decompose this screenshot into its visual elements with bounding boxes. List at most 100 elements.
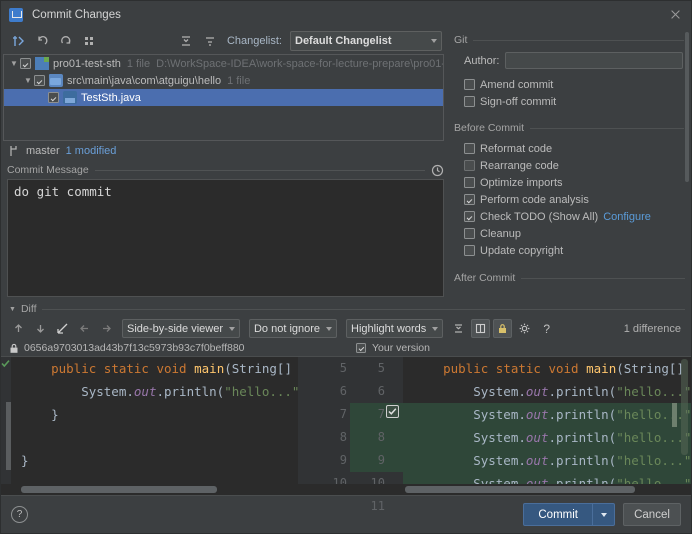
chevron-down-icon (431, 39, 437, 43)
arrow-right-icon[interactable] (97, 319, 116, 338)
code-line: public static void main(String[] ar (403, 357, 691, 380)
tree-row[interactable]: ▼ src\main\java\com\atguigu\hello 1 file (4, 72, 443, 89)
diff-version-bar: 0656a9703013ad43b7f13c5973b93c7f0beff880… (1, 340, 691, 356)
help-question-icon[interactable]: ? (537, 319, 556, 338)
option-label: Cleanup (480, 228, 521, 240)
commit-message-section: Commit Message do git commit (1, 161, 446, 301)
history-clock-icon[interactable] (431, 164, 444, 177)
cleanup-checkbox[interactable]: Cleanup (464, 225, 691, 242)
dialog-body: Changelist: Default Changelist ▼ pro01-te… (1, 28, 691, 533)
arrow-up-icon[interactable] (9, 319, 28, 338)
changes-toolbar: Changelist: Default Changelist (1, 28, 446, 54)
tree-row[interactable]: ▼pro01-test-sth1 fileD:\WorkSpace-IDEA\w… (4, 55, 443, 72)
tree-row-checkbox[interactable] (34, 75, 45, 86)
checkbox[interactable] (464, 194, 475, 205)
commit-button[interactable]: Commit (523, 503, 615, 526)
ignore-mode-select[interactable]: Do not ignore (249, 319, 337, 338)
right-version-label: Your version (372, 342, 430, 354)
chevron-down-icon[interactable]: ▼ (22, 76, 34, 85)
diff-toolbar: Side-by-side viewer Do not ignore Highli… (1, 317, 691, 340)
help-icon[interactable]: ? (11, 506, 28, 523)
reformat-code-checkbox[interactable]: Reformat code (464, 140, 691, 157)
modified-count[interactable]: 1 modified (66, 145, 117, 157)
checkbox[interactable] (464, 245, 475, 256)
viewer-mode-select[interactable]: Side-by-side viewer (122, 319, 240, 338)
code-line: public static void main(String[] (11, 357, 298, 380)
revert-icon[interactable] (31, 31, 53, 52)
author-input[interactable] (505, 52, 683, 69)
left-change-bar (6, 402, 11, 470)
options-scrollbar[interactable] (684, 32, 690, 272)
diff-viewer: public static void main(String[] System.… (1, 356, 691, 484)
sign-off-commit-checkbox[interactable]: Sign-off commit (464, 93, 691, 110)
dialog-footer: ? Commit Cancel (1, 495, 691, 533)
close-icon[interactable] (668, 7, 683, 22)
checkbox[interactable] (464, 228, 475, 239)
settings-gear-icon[interactable] (515, 319, 534, 338)
check-todo-checkbox[interactable]: Check TODO (Show All) Configure (464, 208, 691, 225)
readonly-lock-icon[interactable] (493, 319, 512, 338)
accept-change-checkbox[interactable] (386, 405, 399, 418)
code-line: System.out.println("hello..."); (403, 403, 691, 426)
lock-icon (9, 343, 19, 354)
diff-left-pane[interactable]: public static void main(String[] System.… (1, 357, 298, 484)
chevron-down-icon[interactable]: ▼ (8, 59, 20, 68)
cancel-button[interactable]: Cancel (623, 503, 681, 526)
ignore-mode-value: Do not ignore (254, 323, 320, 335)
checkbox[interactable] (464, 96, 475, 107)
line-number: 6 (340, 384, 347, 398)
author-row: Author: (464, 52, 683, 69)
rearrange-code-checkbox[interactable]: Rearrange code (464, 157, 691, 174)
after-commit-header: After Commit (454, 272, 685, 284)
changelist-select[interactable]: Default Changelist (290, 31, 442, 51)
diff-horizontal-scrollbars (1, 484, 691, 495)
refresh-icon[interactable] (55, 31, 77, 52)
amend-commit-checkbox[interactable]: Amend commit (464, 76, 691, 93)
changed-files-tree[interactable]: ▼pro01-test-sth1 fileD:\WorkSpace-IDEA\w… (3, 54, 444, 141)
expand-all-icon[interactable] (175, 31, 197, 52)
line-number: 11 (371, 499, 385, 513)
configure-link[interactable]: Configure (603, 211, 651, 223)
left-version-label: 0656a9703013ad43b7f13c5973b93c7f0beff880 (24, 342, 245, 354)
highlight-mode-select[interactable]: Highlight words (346, 319, 443, 338)
optimize-imports-checkbox[interactable]: Optimize imports (464, 174, 691, 191)
your-version-checkbox[interactable] (356, 343, 366, 353)
arrow-left-icon[interactable] (75, 319, 94, 338)
commit-message-input[interactable]: do git commit (7, 179, 444, 297)
line-number: 9 (378, 453, 385, 467)
chevron-down-icon[interactable] (592, 504, 614, 525)
collapse-unchanged-icon[interactable] (449, 319, 468, 338)
right-pane-scrollbar[interactable] (681, 359, 688, 455)
code-line (11, 426, 298, 449)
tree-row-checkbox[interactable] (20, 58, 31, 69)
checkbox[interactable] (464, 211, 475, 222)
tree-row[interactable]: TestSth.java (4, 89, 443, 106)
collapse-all-icon[interactable] (199, 31, 221, 52)
before-commit-options-list: Reformat code Rearrange code Optimize impo… (454, 140, 691, 259)
arrow-down-icon[interactable] (31, 319, 50, 338)
tree-row-checkbox[interactable] (48, 92, 59, 103)
checkbox[interactable] (464, 79, 475, 90)
tree-row-name: src\main\java\com\atguigu\hello (67, 75, 221, 87)
option-label: Check TODO (Show All) (480, 211, 598, 223)
tree-row-name: pro01-test-sth (53, 58, 121, 70)
project-folder-icon (35, 57, 49, 70)
left-hscrollbar[interactable] (1, 484, 298, 495)
compare-icon[interactable] (53, 319, 72, 338)
diff-section-header[interactable]: ▼ Diff (1, 301, 691, 317)
commit-button-label: Commit (524, 509, 592, 521)
checkbox[interactable] (464, 143, 475, 154)
git-section-header: Git (454, 34, 685, 46)
checkbox[interactable] (464, 160, 475, 171)
update-copyright-checkbox[interactable]: Update copyright (464, 242, 691, 259)
option-label: Rearrange code (480, 160, 559, 172)
tree-row-filecount: 1 file (227, 75, 250, 87)
perform-code-analysis-checkbox[interactable]: Perform code analysis (464, 191, 691, 208)
code-line: System.out.println("hello..."); (403, 426, 691, 449)
right-hscrollbar[interactable] (403, 484, 691, 495)
group-by-icon[interactable] (79, 31, 101, 52)
diff-right-pane[interactable]: public static void main(String[] ar Syst… (403, 357, 691, 484)
checkbox[interactable] (464, 177, 475, 188)
whitespace-icon[interactable] (471, 319, 490, 338)
show-diff-icon[interactable] (7, 31, 29, 52)
